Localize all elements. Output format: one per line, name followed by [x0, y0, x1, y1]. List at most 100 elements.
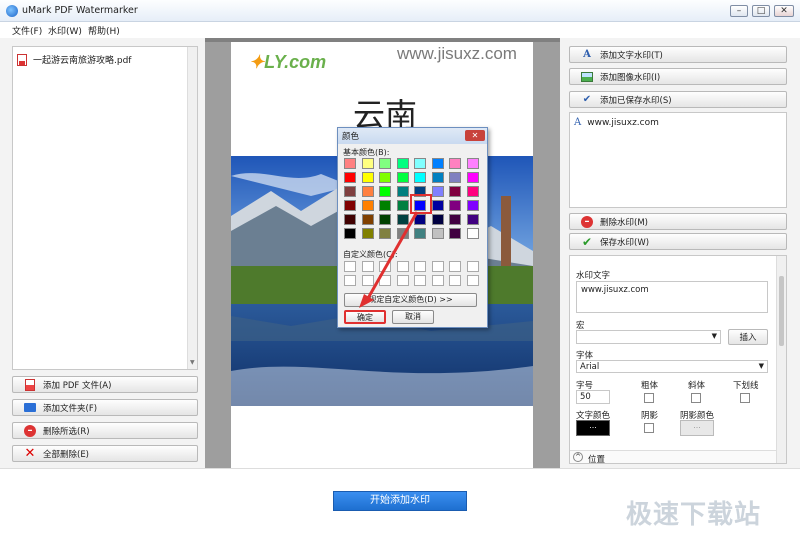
- properties-panel: 水印文字 www.jisuxz.com 宏 ▼ 插入 字体 Arial ▼ 字号…: [569, 255, 787, 464]
- close-button[interactable]: ✕: [774, 5, 794, 17]
- save-watermark-button[interactable]: ✔ 保存水印(W): [569, 233, 787, 250]
- preview-right-margin: [533, 42, 560, 468]
- pdf-file-icon: [17, 53, 27, 66]
- shadow-label: 阴影: [641, 411, 659, 421]
- window-title: uMark PDF Watermarker: [22, 5, 138, 16]
- color-swatch[interactable]: [466, 228, 479, 239]
- color-swatch[interactable]: [449, 228, 461, 239]
- color-swatch[interactable]: [466, 172, 479, 183]
- file-list-scrollbar[interactable]: ▼: [187, 47, 197, 369]
- macro-select[interactable]: ▼: [576, 330, 721, 344]
- bold-checkbox[interactable]: [644, 393, 654, 403]
- saved-check-icon: ✔: [582, 94, 592, 105]
- minimize-button[interactable]: –: [730, 5, 748, 17]
- color-swatch[interactable]: [431, 172, 444, 183]
- collapse-icon: ^: [573, 452, 583, 462]
- add-saved-watermark-button[interactable]: ✔ 添加已保存水印(S): [569, 91, 787, 108]
- custom-color-slot[interactable]: [449, 261, 461, 272]
- file-list-item[interactable]: 一起游云南旅游攻略.pdf: [17, 53, 131, 66]
- position-section-header[interactable]: ^ 位置: [570, 450, 776, 463]
- text-a-icon: A: [574, 117, 582, 128]
- custom-color-slot[interactable]: [449, 275, 461, 286]
- color-swatch[interactable]: [449, 214, 461, 225]
- custom-color-slot[interactable]: [466, 261, 479, 272]
- custom-color-slot[interactable]: [466, 275, 479, 286]
- site-watermark: 极速下载站: [626, 500, 762, 530]
- minus-circle-icon: –: [580, 215, 594, 228]
- color-swatch[interactable]: [431, 186, 444, 197]
- add-text-watermark-button[interactable]: A 添加文字水印(T): [569, 46, 787, 63]
- color-swatch[interactable]: [431, 214, 444, 225]
- watermark-text-label: 水印文字: [576, 271, 611, 281]
- preview-watermark-text: www.jisuxz.com: [397, 44, 517, 63]
- color-swatch[interactable]: [431, 200, 444, 211]
- color-swatch[interactable]: [449, 186, 461, 197]
- color-swatch[interactable]: [414, 158, 426, 169]
- color-swatch[interactable]: [414, 172, 426, 183]
- text-a-icon: A: [583, 49, 591, 60]
- start-watermark-button[interactable]: 开始添加水印: [333, 491, 467, 511]
- custom-color-slot[interactable]: [431, 275, 444, 286]
- color-swatch[interactable]: [466, 158, 479, 169]
- watermark-text-field[interactable]: www.jisuxz.com: [576, 281, 768, 313]
- file-list[interactable]: 一起游云南旅游攻略.pdf ▼: [12, 46, 198, 370]
- color-swatch[interactable]: [379, 158, 391, 169]
- color-swatch[interactable]: [466, 200, 479, 211]
- color-swatch[interactable]: [396, 172, 409, 183]
- color-swatch[interactable]: [361, 186, 374, 197]
- shadow-checkbox[interactable]: [644, 423, 654, 433]
- color-swatch[interactable]: [431, 228, 444, 239]
- properties-scrollbar[interactable]: [776, 256, 786, 463]
- menu-watermark[interactable]: 水印(W): [48, 24, 82, 37]
- color-swatch[interactable]: [361, 158, 374, 169]
- font-select[interactable]: Arial ▼: [576, 360, 768, 373]
- red-x-icon: ✕: [24, 446, 36, 461]
- color-swatch[interactable]: [396, 186, 409, 197]
- underline-checkbox[interactable]: [740, 393, 750, 403]
- color-swatch[interactable]: [466, 186, 479, 197]
- color-swatch[interactable]: [344, 158, 356, 169]
- delete-selected-button[interactable]: – 删除所选(R): [12, 422, 198, 439]
- chevron-down-icon: ▼: [711, 332, 717, 340]
- delete-watermark-button[interactable]: – 删除水印(M): [569, 213, 787, 230]
- basic-colors-label: 基本颜色(B):: [343, 148, 390, 157]
- pdf-add-icon: [23, 378, 37, 391]
- shadow-color-button[interactable]: ...: [680, 420, 714, 436]
- color-swatch[interactable]: [379, 172, 391, 183]
- insert-button[interactable]: 插入: [728, 329, 768, 345]
- scrollbar-thumb[interactable]: [779, 276, 784, 346]
- watermark-list-item[interactable]: A www.jisuxz.com: [574, 117, 659, 128]
- watermark-list[interactable]: A www.jisuxz.com: [569, 112, 787, 208]
- color-dialog-close-icon[interactable]: ✕: [465, 130, 485, 141]
- italic-checkbox[interactable]: [691, 393, 701, 403]
- color-swatch[interactable]: [344, 172, 356, 183]
- ly-logo: ✦LY.com: [249, 52, 327, 72]
- color-dialog-title: 颜色: [342, 132, 360, 142]
- maximize-button[interactable]: □: [752, 5, 770, 17]
- color-swatch[interactable]: [396, 158, 409, 169]
- menu-file[interactable]: 文件(F): [12, 24, 42, 37]
- add-pdf-button[interactable]: 添加 PDF 文件(A): [12, 376, 198, 393]
- folder-icon: [23, 402, 37, 414]
- color-swatch[interactable]: [449, 200, 461, 211]
- bold-label: 粗体: [641, 381, 659, 391]
- menu-help[interactable]: 帮助(H): [88, 24, 120, 37]
- color-swatch[interactable]: [449, 158, 461, 169]
- color-swatch[interactable]: [449, 172, 461, 183]
- app-icon: [6, 5, 18, 17]
- color-swatch[interactable]: [344, 186, 356, 197]
- scroll-down-icon[interactable]: ▼: [190, 359, 195, 366]
- color-swatch[interactable]: [361, 172, 374, 183]
- size-field[interactable]: 50: [576, 390, 610, 404]
- color-swatch[interactable]: [466, 214, 479, 225]
- add-folder-button[interactable]: 添加文件夹(F): [12, 399, 198, 416]
- annotation-arrow-icon: [359, 211, 419, 308]
- color-swatch[interactable]: [431, 158, 444, 169]
- custom-color-slot[interactable]: [431, 261, 444, 272]
- menu-bar: 文件(F) 水印(W) 帮助(H): [0, 22, 800, 38]
- text-color-button[interactable]: ...: [576, 420, 610, 436]
- add-image-watermark-button[interactable]: 添加图像水印(I): [569, 68, 787, 85]
- color-dialog-titlebar: 颜色 ✕: [338, 128, 487, 144]
- delete-all-button[interactable]: ✕ 全部删除(E): [12, 445, 198, 462]
- color-swatch[interactable]: [379, 186, 391, 197]
